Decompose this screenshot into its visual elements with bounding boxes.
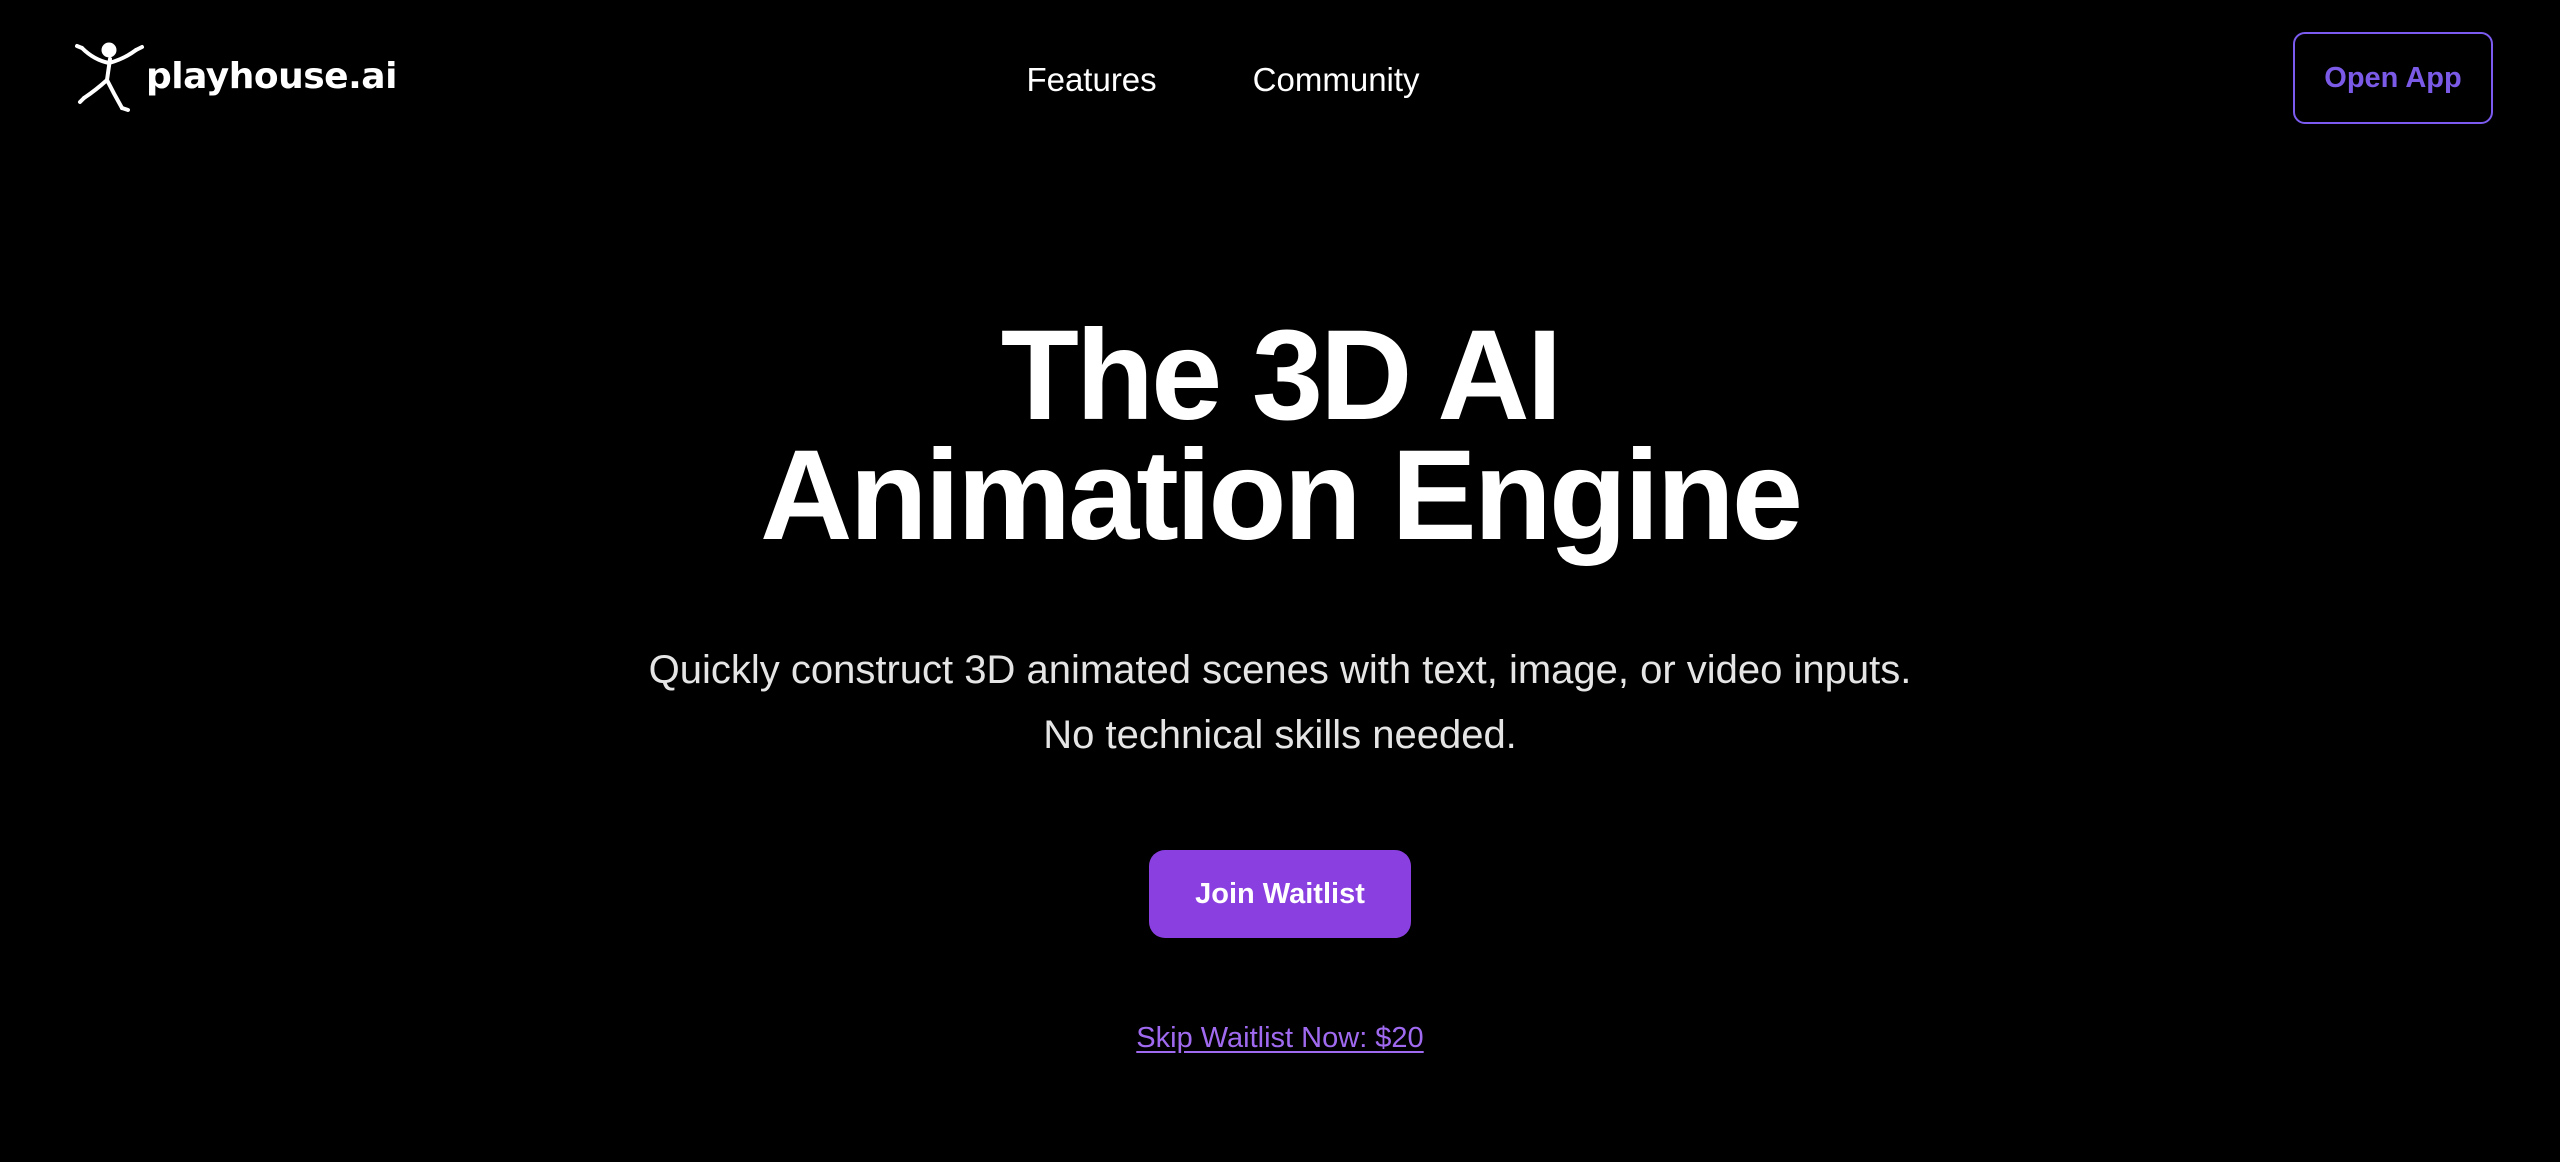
nav-link-features[interactable]: Features	[1026, 50, 1156, 110]
top-navbar: playhouse.ai Features Community Open App	[0, 0, 2560, 160]
hero-subtitle: Quickly construct 3D animated scenes wit…	[648, 648, 1912, 757]
stick-figure-icon	[75, 42, 144, 112]
logo-text: playhouse.ai	[146, 55, 397, 97]
open-app-button[interactable]: Open App	[2293, 32, 2493, 124]
nav-link-community[interactable]: Community	[1253, 50, 1420, 110]
join-waitlist-button[interactable]: Join Waitlist	[1149, 850, 1411, 938]
skip-waitlist-container: Skip Waitlist Now: $20	[0, 1016, 2560, 1060]
hero-title-line-2: Animation Engine	[760, 424, 1803, 567]
skip-waitlist-link[interactable]: Skip Waitlist Now: $20	[1136, 1022, 1423, 1054]
hero-title: The 3D AI Animation Engine	[0, 304, 2560, 567]
logo-link[interactable]: playhouse.ai	[74, 38, 397, 118]
hero-title-line-1: The 3D AI	[1000, 304, 1563, 447]
